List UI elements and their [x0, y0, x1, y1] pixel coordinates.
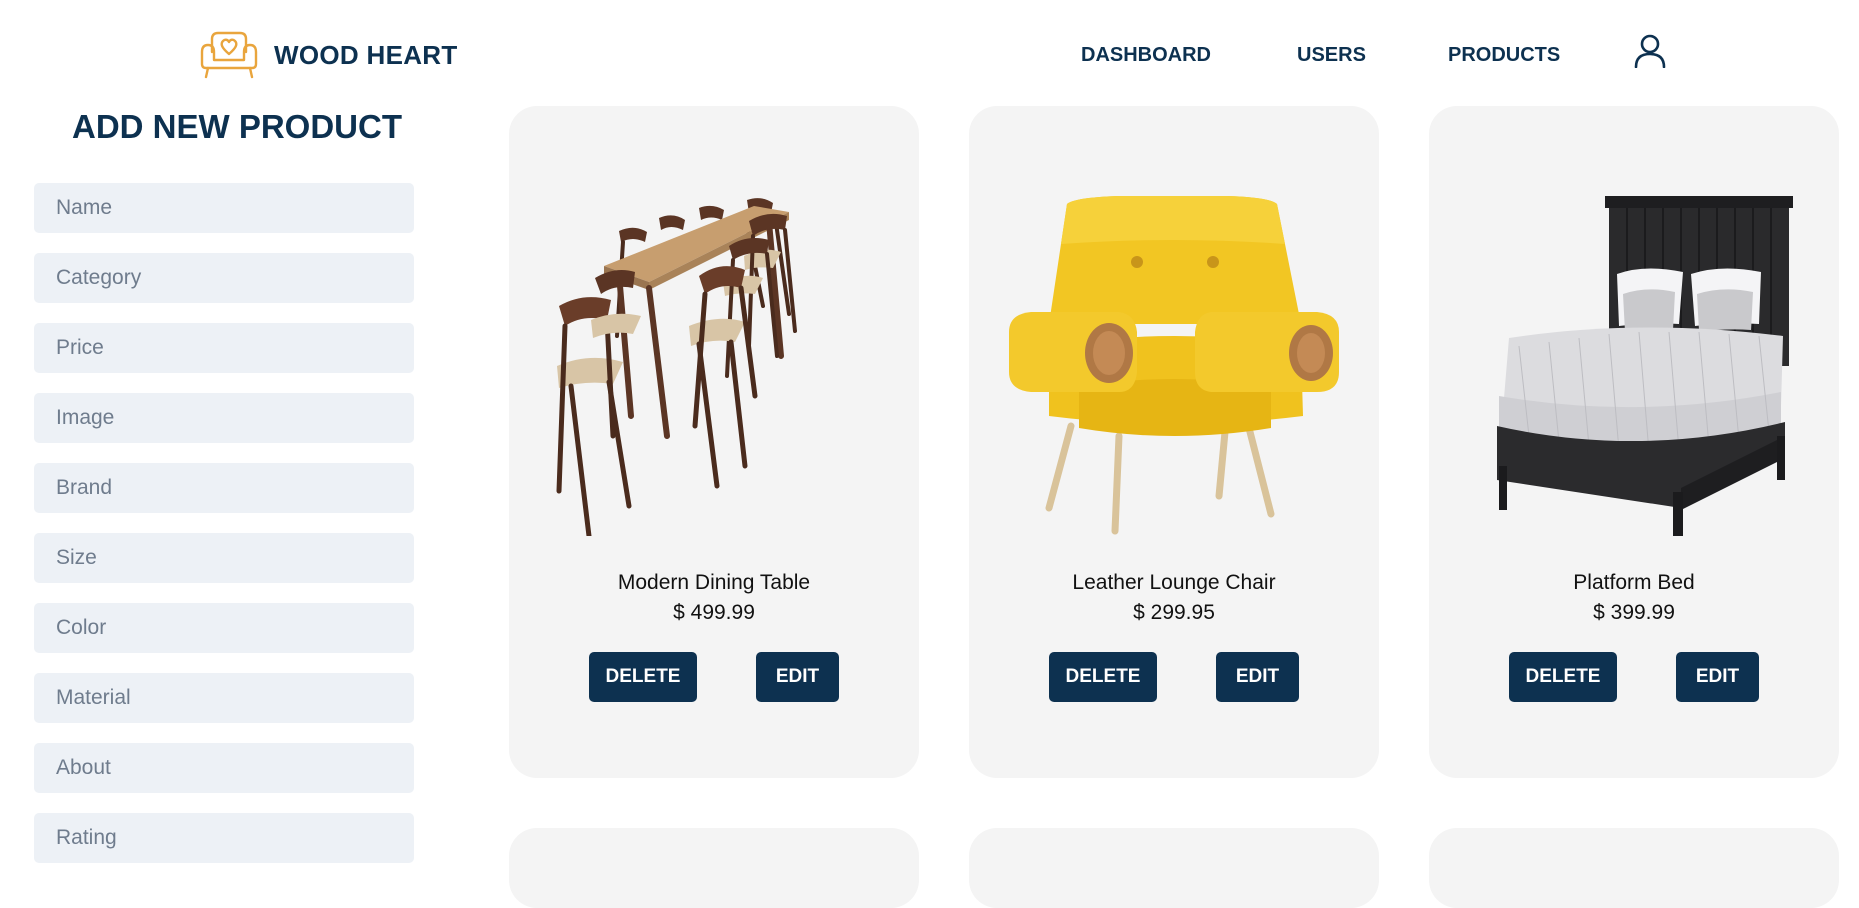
- image-input[interactable]: [34, 393, 414, 443]
- about-input[interactable]: [34, 743, 414, 793]
- product-name: Platform Bed: [1573, 571, 1695, 594]
- brand-input[interactable]: [34, 463, 414, 513]
- product-card: [969, 828, 1379, 908]
- delete-button[interactable]: DELETE: [1509, 652, 1617, 702]
- form-title: ADD NEW PRODUCT: [72, 108, 402, 145]
- lounge-chair-image: [1009, 195, 1339, 536]
- platform-bed-image: [1469, 196, 1799, 536]
- edit-button[interactable]: EDIT: [756, 652, 839, 702]
- sofa-heart-icon: [198, 30, 260, 80]
- color-input[interactable]: [34, 603, 414, 653]
- product-card: [1429, 828, 1839, 908]
- product-card: Platform Bed $ 399.99 DELETE EDIT: [1429, 106, 1839, 778]
- edit-button[interactable]: EDIT: [1216, 652, 1299, 702]
- dining-table-image: [549, 196, 879, 539]
- product-price: $ 299.95: [1133, 601, 1215, 624]
- category-input[interactable]: [34, 253, 414, 303]
- nav-dashboard[interactable]: DASHBOARD: [1081, 44, 1211, 67]
- material-input[interactable]: [34, 673, 414, 723]
- user-icon[interactable]: [1634, 34, 1666, 73]
- name-input[interactable]: [34, 183, 414, 233]
- nav-products[interactable]: PRODUCTS: [1448, 44, 1560, 67]
- price-input[interactable]: [34, 323, 414, 373]
- product-price: $ 499.99: [673, 601, 755, 624]
- rating-input[interactable]: [34, 813, 414, 863]
- product-price: $ 399.99: [1593, 601, 1675, 624]
- product-name: Leather Lounge Chair: [1072, 571, 1276, 594]
- add-product-form: [34, 183, 414, 883]
- brand-name: WOOD HEART: [274, 39, 458, 70]
- delete-button[interactable]: DELETE: [1049, 652, 1157, 702]
- product-card: Modern Dining Table $ 499.99 DELETE EDIT: [509, 106, 919, 778]
- nav-users[interactable]: USERS: [1297, 44, 1366, 67]
- logo[interactable]: WOOD HEART: [198, 30, 458, 80]
- product-name: Modern Dining Table: [617, 571, 811, 594]
- size-input[interactable]: [34, 533, 414, 583]
- header: WOOD HEART DASHBOARD USERS PRODUCTS: [0, 0, 1859, 105]
- edit-button[interactable]: EDIT: [1676, 652, 1759, 702]
- product-card: Leather Lounge Chair $ 299.95 DELETE EDI…: [969, 106, 1379, 778]
- delete-button[interactable]: DELETE: [589, 652, 697, 702]
- product-card: [509, 828, 919, 908]
